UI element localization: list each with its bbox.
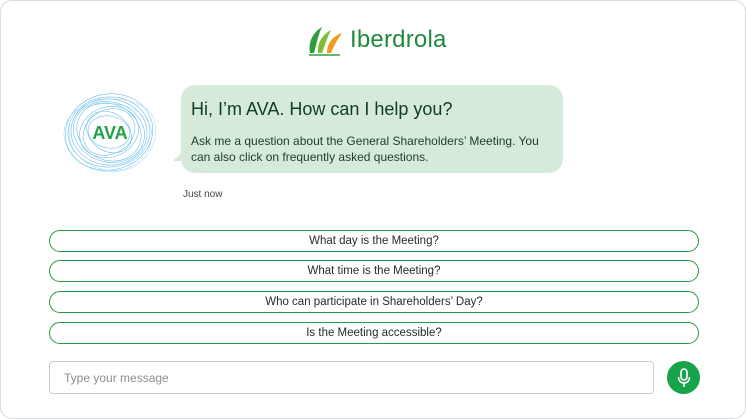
assistant-message-bubble: Hi, I’m AVA. How can I help you? Ask me … [181,85,563,173]
ava-avatar-label: AVA [92,123,127,143]
message-input[interactable] [50,362,653,393]
assistant-greeting: Hi, I’m AVA. How can I help you? [191,99,453,119]
message-input-wrapper [49,361,654,394]
faq-button-accessibility[interactable]: Is the Meeting accessible? [49,322,699,344]
ava-avatar-graphic: AVA [63,93,156,172]
iberdrola-leaf-logo-icon [309,27,342,56]
faq-button-shareholders-day[interactable]: Who can participate in Shareholders’ Day… [49,291,699,313]
brand-name: Iberdrola [350,26,447,53]
ava-avatar: AVA [51,85,169,179]
faq-button-meeting-day[interactable]: What day is the Meeting? [49,230,699,252]
microphone-icon [677,367,690,387]
brand-logo: Iberdrola [306,23,447,57]
message-timestamp: Just now [183,189,223,200]
assistant-intro: Ask me a question about the General Shar… [191,134,539,164]
microphone-button[interactable] [667,361,700,394]
chat-window: Iberdrola AVA Hi, I’m AVA. How can I hel… [0,0,746,419]
faq-button-meeting-time[interactable]: What time is the Meeting? [49,260,699,282]
